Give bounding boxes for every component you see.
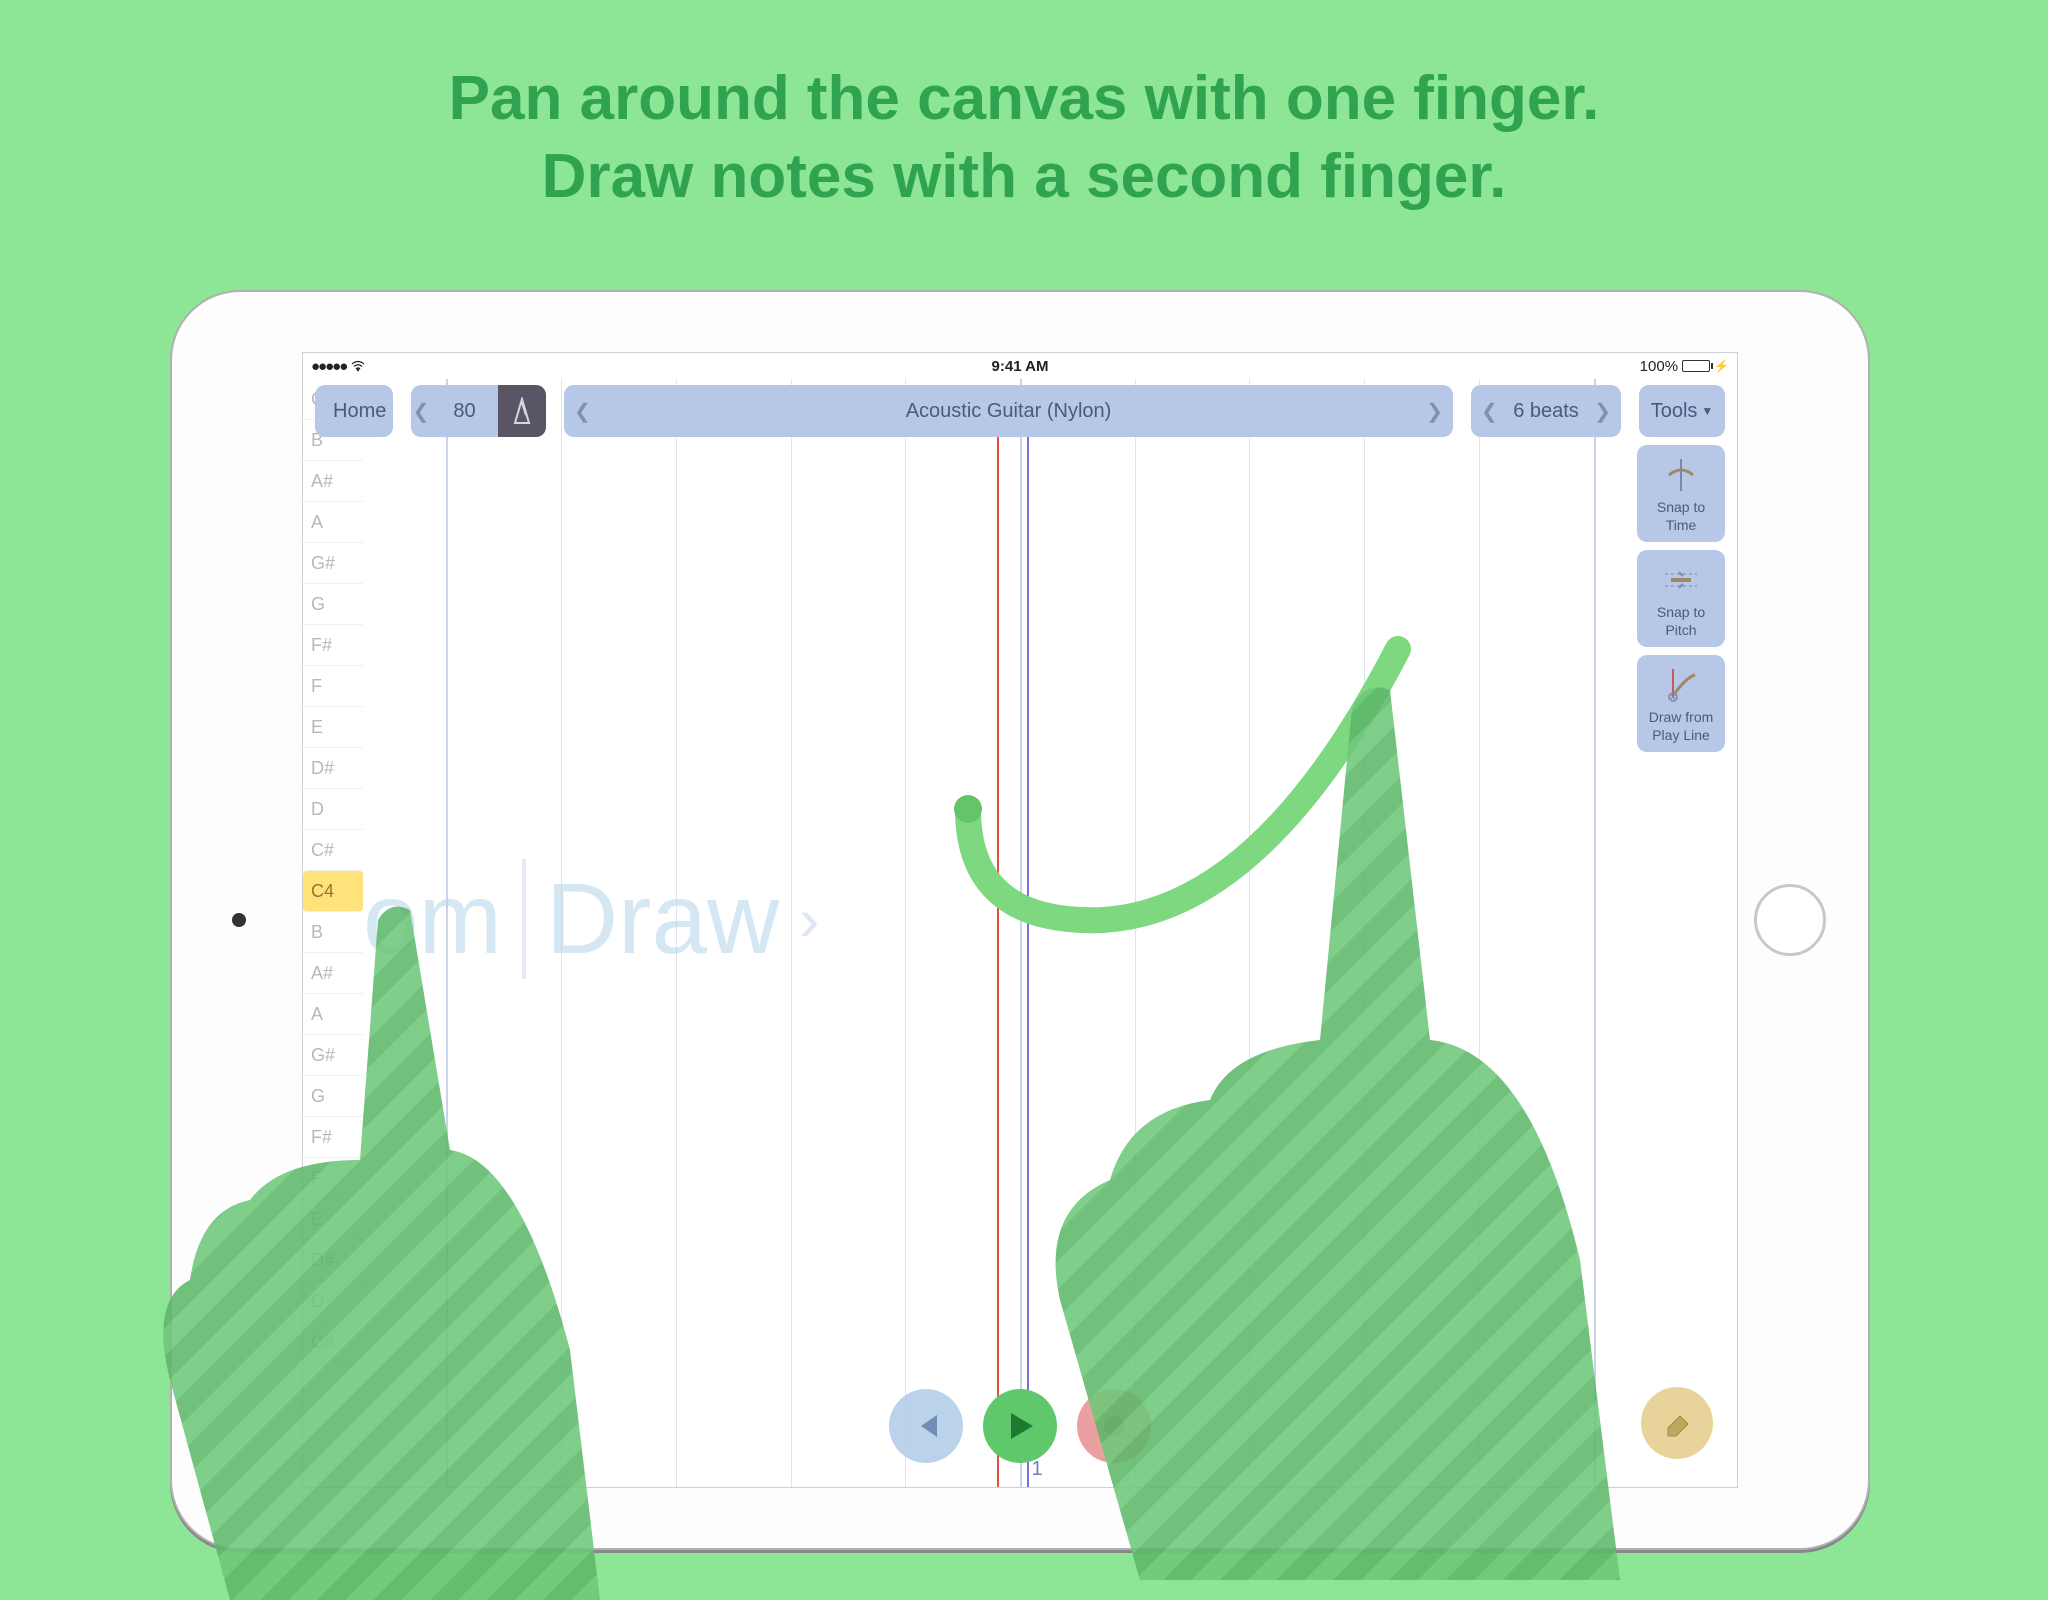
- beats-control[interactable]: ❮ 6 beats ❯: [1471, 385, 1621, 437]
- status-time: 9:41 AM: [992, 358, 1049, 375]
- pitch-row: E: [303, 707, 363, 748]
- metronome-toggle[interactable]: [498, 385, 546, 437]
- snap-pitch-icon: [1661, 560, 1701, 600]
- instrument-selector[interactable]: ❮ Acoustic Guitar (Nylon) ❯: [564, 385, 1453, 437]
- pitch-row: D: [303, 789, 363, 830]
- chevron-down-icon: ▼: [1701, 404, 1713, 418]
- tempo-decrease-icon[interactable]: ❮: [411, 399, 431, 424]
- rewind-button[interactable]: [889, 1389, 963, 1463]
- headline-line1: Pan around the canvas with one finger.: [0, 60, 2048, 138]
- status-bar: ●●●●● 9:41 AM 100% ⚡: [303, 353, 1737, 379]
- rewind-icon: [911, 1411, 941, 1441]
- top-toolbar: Home ❮ 80 ❮ Acoustic Guitar (Nylon) ❯ ❮ …: [303, 385, 1737, 437]
- instrument-prev-icon[interactable]: ❮: [574, 399, 591, 424]
- battery-icon: [1682, 360, 1710, 372]
- instrument-label: Acoustic Guitar (Nylon): [906, 400, 1112, 423]
- tools-label: Tools: [1651, 400, 1698, 423]
- battery-percent: 100%: [1640, 358, 1678, 375]
- snap-time-label: Snap to Time: [1641, 499, 1721, 534]
- status-left: ●●●●●: [311, 358, 366, 375]
- tempo-value: 80: [431, 400, 498, 423]
- snap-to-time-button[interactable]: Snap to Time: [1637, 445, 1725, 542]
- right-hand-overlay: [960, 680, 1680, 1580]
- pitch-row: F#: [303, 625, 363, 666]
- home-label: Home: [333, 400, 386, 423]
- snap-pitch-label: Snap to Pitch: [1641, 604, 1721, 639]
- signal-dots-icon: ●●●●●: [311, 358, 346, 375]
- ipad-home-button[interactable]: [1754, 884, 1826, 956]
- chevron-right-icon: ›: [799, 885, 819, 954]
- pitch-row: F: [303, 666, 363, 707]
- beats-decrease-icon[interactable]: ❮: [1481, 399, 1498, 424]
- metronome-icon: [511, 397, 533, 425]
- charging-icon: ⚡: [1714, 359, 1729, 373]
- snap-to-pitch-button[interactable]: Snap to Pitch: [1637, 550, 1725, 647]
- pitch-row: A: [303, 502, 363, 543]
- tools-button[interactable]: Tools ▼: [1639, 385, 1725, 437]
- snap-time-icon: [1661, 455, 1701, 495]
- beats-label: 6 beats: [1513, 400, 1579, 423]
- pitch-row: D#: [303, 748, 363, 789]
- pitch-row: G: [303, 584, 363, 625]
- pitch-row: A#: [303, 461, 363, 502]
- pitch-row: G#: [303, 543, 363, 584]
- instrument-next-icon[interactable]: ❯: [1426, 399, 1443, 424]
- beats-increase-icon[interactable]: ❯: [1594, 399, 1611, 424]
- tempo-control[interactable]: ❮ 80: [411, 385, 546, 437]
- headline-line2: Draw notes with a second finger.: [0, 138, 2048, 216]
- headline: Pan around the canvas with one finger. D…: [0, 0, 2048, 215]
- status-right: 100% ⚡: [1640, 358, 1729, 375]
- wifi-icon: [350, 360, 366, 372]
- pitch-row: C#: [303, 830, 363, 871]
- left-hand-overlay: [140, 900, 660, 1600]
- home-button[interactable]: Home: [315, 385, 393, 437]
